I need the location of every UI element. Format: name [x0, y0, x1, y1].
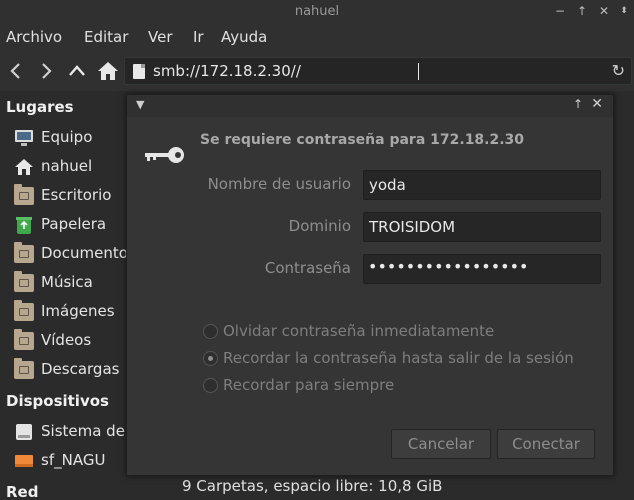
username-value: yoda	[369, 176, 406, 194]
reload-icon[interactable]: ↻	[612, 61, 625, 80]
radio-remember-session[interactable]: Recordar la contraseña hasta salir de la…	[203, 348, 603, 370]
radio-circle	[203, 351, 218, 366]
radio-label: Recordar la contraseña hasta salir de la…	[223, 349, 574, 367]
password-dialog: ▼ ↑ ✕ Se requiere contraseña para 172.18…	[126, 94, 614, 476]
sidebar-item-label: Música	[41, 273, 93, 291]
shared-drive-icon	[14, 452, 34, 470]
radio-circle	[203, 378, 218, 393]
window-title: nahuel	[294, 4, 340, 19]
documents-folder-icon	[14, 242, 34, 263]
videos-folder-icon	[14, 329, 34, 350]
sidebar-item-label: Descargas	[41, 360, 120, 378]
menubar: Archivo Editar Ver Ir Ayuda	[0, 24, 634, 51]
menu-ir[interactable]: Ir	[193, 28, 204, 46]
radio-circle	[203, 324, 218, 339]
close-icon[interactable]: ✕	[596, 3, 612, 19]
devices-header: Dispositivos	[6, 392, 109, 410]
menu-ver[interactable]: Ver	[148, 28, 173, 46]
pictures-folder-icon	[14, 300, 34, 321]
music-folder-icon	[14, 271, 34, 292]
menu-archivo[interactable]: Archivo	[6, 28, 62, 46]
radio-forget-immediately[interactable]: Olvidar contraseña inmediatamente	[203, 321, 603, 343]
places-header: Lugares	[6, 98, 74, 116]
trash-icon	[14, 216, 34, 234]
username-field[interactable]: yoda	[363, 170, 601, 200]
statusbar: 9 Carpetas, espacio libre: 10,8 GiB	[168, 472, 634, 500]
sidebar-item-label: Escritorio	[41, 186, 112, 204]
location-text[interactable]: smb://172.18.2.30//	[153, 62, 301, 80]
sidebar-item-label: Imágenes	[41, 302, 115, 320]
back-button[interactable]	[4, 59, 28, 83]
file-icon	[133, 64, 145, 79]
domain-label: Dominio	[288, 217, 351, 235]
drive-icon	[14, 423, 34, 441]
window-menu-icon[interactable]: ▼	[136, 98, 144, 111]
cancel-button[interactable]: Cancelar	[391, 429, 491, 459]
sidebar-item-label: nahuel	[41, 157, 93, 175]
sidebar-item-label: Documentos	[41, 244, 136, 262]
sidebar-item-label: Equipo	[41, 128, 93, 146]
home-button[interactable]	[96, 59, 120, 83]
chevron-up-icon	[69, 65, 85, 76]
password-label: Contraseña	[264, 259, 351, 277]
window-titlebar: nahuel − ↑ ✕ ⬍	[0, 0, 634, 24]
sidebar-item-label: sf_NAGU	[41, 451, 106, 469]
chevron-left-icon	[10, 63, 20, 79]
fullscreen-icon[interactable]: ⬍	[616, 3, 632, 19]
dialog-heading: Se requiere contraseña para 172.18.2.30	[200, 132, 525, 148]
username-label: Nombre de usuario	[207, 175, 351, 193]
password-field[interactable]: •••••••••••••••••	[363, 254, 601, 284]
home-icon	[98, 62, 118, 80]
desktop-folder-icon	[14, 184, 34, 205]
maximize-icon[interactable]: ↑	[573, 97, 583, 111]
downloads-folder-icon	[14, 358, 34, 379]
up-button[interactable]	[65, 59, 89, 83]
radio-label: Recordar para siempre	[223, 376, 395, 394]
dialog-titlebar: ▼ ↑ ✕	[127, 95, 613, 117]
toolbar: smb://172.18.2.30// ↻	[0, 51, 634, 91]
radio-remember-forever[interactable]: Recordar para siempre	[203, 375, 603, 397]
domain-value: TROISIDOM	[369, 218, 456, 236]
menu-ayuda[interactable]: Ayuda	[221, 28, 267, 46]
radio-label: Olvidar contraseña inmediatamente	[223, 322, 495, 340]
sidebar-item-label: Vídeos	[41, 331, 92, 349]
forward-button[interactable]	[34, 59, 58, 83]
connect-button[interactable]: Conectar	[497, 429, 595, 459]
maximize-icon[interactable]: ↑	[574, 3, 590, 19]
network-header: Red	[6, 483, 39, 500]
close-icon[interactable]: ✕	[591, 96, 603, 112]
chevron-right-icon	[42, 63, 52, 79]
password-value: •••••••••••••••••	[368, 257, 529, 276]
minimize-icon[interactable]: −	[552, 3, 568, 19]
home-icon	[14, 158, 34, 176]
domain-field[interactable]: TROISIDOM	[363, 212, 601, 242]
computer-icon	[14, 129, 34, 147]
text-caret	[418, 63, 419, 80]
menu-editar[interactable]: Editar	[84, 28, 128, 46]
status-text: 9 Carpetas, espacio libre: 10,8 GiB	[182, 477, 443, 495]
location-bar[interactable]: smb://172.18.2.30// ↻	[124, 57, 632, 85]
key-icon	[143, 145, 187, 165]
sidebar-item-label: Papelera	[41, 215, 107, 233]
